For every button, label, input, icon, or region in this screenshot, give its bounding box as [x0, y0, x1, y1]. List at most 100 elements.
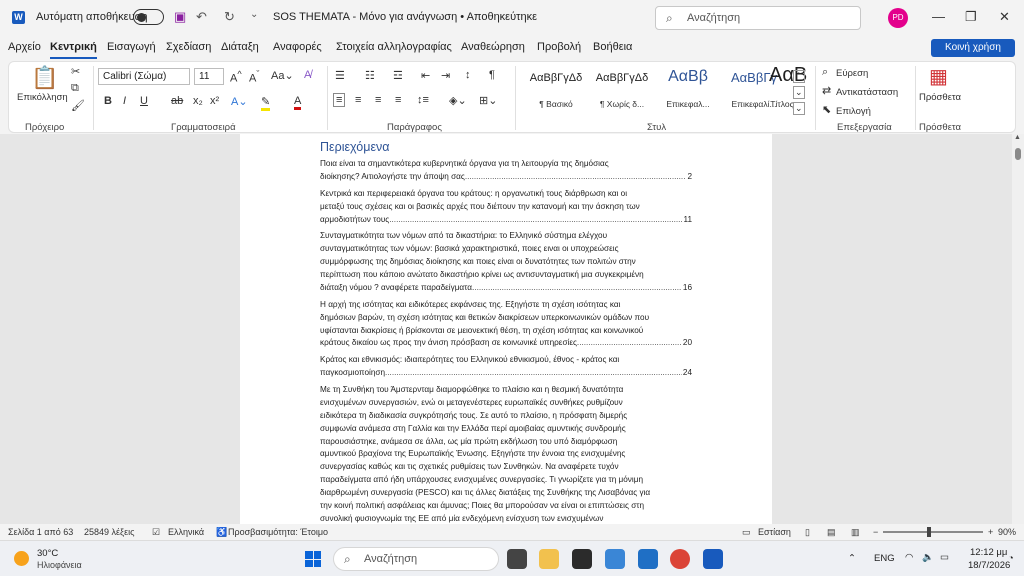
web-layout-icon[interactable]: ▥: [851, 527, 860, 538]
proofing-icon[interactable]: ☑: [152, 527, 160, 538]
autosave-toggle[interactable]: [133, 9, 164, 25]
toc-entry[interactable]: Κεντρικά και περιφερειακά όργανα του κρά…: [320, 188, 692, 227]
share-button[interactable]: Κοινή χρήση: [931, 39, 1015, 57]
vertical-scrollbar[interactable]: ▲: [1012, 134, 1024, 524]
weather-desc[interactable]: Ηλιοφάνεια: [37, 560, 82, 570]
tab-help[interactable]: Βοήθεια: [593, 41, 632, 53]
strikethrough-icon[interactable]: ab: [171, 95, 183, 107]
numbering-icon[interactable]: ☷: [365, 69, 375, 82]
clear-formatting-icon[interactable]: A̸: [304, 69, 311, 81]
align-right-icon[interactable]: ≡: [375, 94, 381, 106]
read-mode-icon[interactable]: ▯: [805, 527, 810, 538]
zoom-out-icon[interactable]: −: [873, 527, 878, 537]
line-spacing-icon[interactable]: ↕≡: [417, 94, 429, 106]
tab-mailings[interactable]: Στοιχεία αλληλογραφίας: [336, 41, 452, 53]
scroll-thumb[interactable]: [1015, 148, 1021, 160]
show-marks-icon[interactable]: ¶: [489, 69, 495, 81]
tab-insert[interactable]: Εισαγωγή: [107, 41, 156, 53]
cut-icon[interactable]: ✂: [71, 65, 80, 78]
font-color-icon[interactable]: A: [294, 95, 302, 110]
document-page[interactable]: Περιεχόμενα Ποια είναι τα σημαντικότερα …: [240, 134, 772, 524]
addins-icon[interactable]: ▦: [929, 64, 948, 89]
style-heading-1[interactable]: ΑαΒβ Επικεφαλ...: [655, 68, 721, 114]
toc-entry[interactable]: Κράτος και εθνικισμός: ιδιαιτερότητες το…: [320, 354, 692, 380]
replace-button[interactable]: Αντικατάσταση: [836, 87, 898, 98]
tab-view[interactable]: Προβολή: [537, 41, 581, 53]
styles-scroll-down-icon[interactable]: ⌄: [793, 86, 805, 99]
save-icon[interactable]: ▣: [174, 9, 186, 25]
restore-icon[interactable]: ❐: [965, 9, 977, 25]
styles-scroll-up-icon[interactable]: ⌃: [793, 70, 805, 83]
tab-design[interactable]: Σχεδίαση: [166, 41, 211, 53]
toc-entry[interactable]: Συνταγματικότητα των νόμων από τα δικαστ…: [320, 230, 692, 295]
change-case-icon[interactable]: Aa⌄: [271, 69, 294, 82]
redo-icon[interactable]: ↻: [224, 9, 235, 25]
print-layout-icon[interactable]: ▤: [827, 527, 836, 538]
zoom-level[interactable]: 90%: [998, 527, 1016, 537]
bullets-icon[interactable]: ☰: [335, 69, 345, 82]
grow-font-icon[interactable]: A^: [230, 69, 242, 85]
wifi-icon[interactable]: ◠: [905, 552, 913, 563]
tab-references[interactable]: Αναφορές: [273, 41, 322, 53]
style-title[interactable]: ΑαΒ Τίτλος: [729, 64, 807, 114]
tab-review[interactable]: Αναθεώρηση: [461, 41, 525, 53]
customize-toolbar-icon[interactable]: ⌄: [250, 9, 258, 20]
align-center-icon[interactable]: ≡: [355, 94, 361, 106]
minimize-icon[interactable]: —: [932, 9, 945, 24]
edge-icon[interactable]: [605, 549, 625, 569]
word-taskbar-icon[interactable]: [703, 549, 723, 569]
taskbar-search[interactable]: ⌕ Αναζήτηση: [333, 547, 499, 571]
language[interactable]: Ελληνικά: [168, 527, 204, 537]
toc-entry[interactable]: Με τη Συνθήκη του Άμστερνταμ διαμορφώθηκ…: [320, 384, 692, 524]
weather-temp[interactable]: 30°C: [37, 548, 58, 559]
tab-file[interactable]: Αρχείο: [8, 41, 41, 53]
font-name-select[interactable]: Calibri (Σώμα): [98, 68, 190, 85]
outlook-icon[interactable]: [638, 549, 658, 569]
align-left-icon[interactable]: ≡: [333, 93, 346, 107]
search-box[interactable]: ⌕ Αναζήτηση: [655, 6, 861, 30]
page-count[interactable]: Σελίδα 1 από 63: [8, 527, 73, 537]
scroll-up-icon[interactable]: ▲: [1014, 134, 1021, 141]
borders-icon[interactable]: ⊞⌄: [479, 94, 497, 107]
select-button[interactable]: Επιλογή: [836, 106, 871, 117]
styles-more-icon[interactable]: ⌄: [793, 102, 805, 115]
addins-button[interactable]: Πρόσθετα: [919, 92, 961, 103]
highlight-icon[interactable]: ✎: [261, 95, 271, 111]
sun-icon[interactable]: [14, 551, 29, 566]
clock-date[interactable]: 18/7/2026: [968, 560, 1010, 571]
undo-icon[interactable]: ↶: [196, 9, 207, 25]
toc-entry[interactable]: Η αρχή της ισότητας και ειδικότερες εκφά…: [320, 299, 692, 351]
word-count[interactable]: 25849 λέξεις: [84, 527, 134, 537]
zoom-in-icon[interactable]: +: [988, 527, 993, 537]
style-normal[interactable]: ΑαΒβΓγΔδ ¶ Βασικό: [523, 68, 589, 114]
chrome-icon[interactable]: [670, 549, 690, 569]
style-no-spacing[interactable]: ΑαΒβΓγΔδ ¶ Χωρίς δ...: [589, 68, 655, 114]
find-button[interactable]: Εύρεση: [836, 68, 868, 79]
font-size-select[interactable]: 11: [194, 68, 224, 85]
underline-icon[interactable]: U: [140, 95, 148, 107]
clock-time[interactable]: 12:12 μμ: [970, 547, 1007, 558]
accessibility-status[interactable]: Προσβασιμότητα: Έτοιμο: [228, 527, 328, 537]
tray-overflow-icon[interactable]: ⌃: [848, 553, 856, 564]
document-title[interactable]: SOS THEMATA - Μόνο για ανάγνωση • Αποθηκ…: [273, 11, 537, 23]
sort-icon[interactable]: ↕: [465, 69, 471, 81]
task-view-icon[interactable]: [507, 549, 527, 569]
focus-button[interactable]: Εστίαση: [758, 527, 791, 537]
decrease-indent-icon[interactable]: ⇤: [421, 69, 430, 82]
volume-icon[interactable]: 🔈: [922, 552, 934, 563]
justify-icon[interactable]: ≡: [395, 94, 401, 106]
bold-icon[interactable]: B: [104, 95, 112, 107]
file-explorer-icon[interactable]: [539, 549, 559, 569]
toc-entry[interactable]: Ποια είναι τα σημαντικότερα κυβερνητικά …: [320, 158, 692, 184]
superscript-icon[interactable]: x²: [210, 95, 219, 107]
copy-icon[interactable]: ⧉: [71, 82, 79, 95]
input-language[interactable]: ENG: [874, 553, 895, 564]
italic-icon[interactable]: I: [123, 95, 126, 107]
text-effects-icon[interactable]: A⌄: [231, 95, 248, 108]
tab-layout[interactable]: Διάταξη: [221, 41, 259, 53]
battery-icon[interactable]: ▭: [940, 552, 949, 563]
store-icon[interactable]: [572, 549, 592, 569]
close-icon[interactable]: ✕: [999, 9, 1010, 25]
shrink-font-icon[interactable]: Aˇ: [249, 69, 259, 85]
paste-button[interactable]: Επικόλληση: [17, 92, 68, 103]
